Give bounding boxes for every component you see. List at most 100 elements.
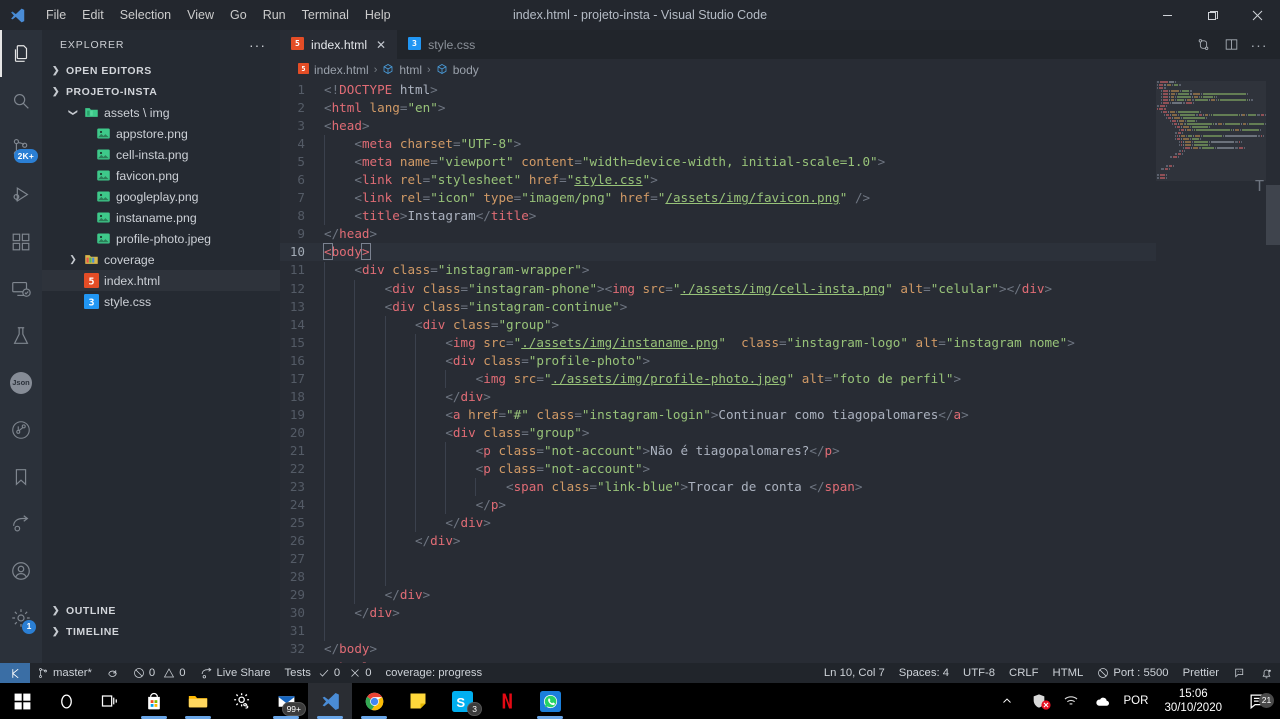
- breadcrumb-symbol-body[interactable]: body: [436, 63, 479, 78]
- cortana-search-button[interactable]: [44, 683, 88, 719]
- vscode-taskbar-button[interactable]: [308, 683, 352, 719]
- sticky-notes-button[interactable]: [396, 683, 440, 719]
- tree-item-appstore-png[interactable]: appstore.png: [42, 123, 280, 144]
- code-line[interactable]: 4 <meta charset="UTF-8">: [280, 135, 1280, 153]
- tree-item-assets-img[interactable]: ❯ assets \ img: [42, 102, 280, 123]
- status-tests[interactable]: Tests 0 0: [278, 663, 379, 683]
- task-view-button[interactable]: [88, 683, 132, 719]
- status-branch[interactable]: master*: [30, 663, 99, 683]
- tab-close-icon[interactable]: ✕: [376, 38, 386, 52]
- wifi-icon[interactable]: [1060, 693, 1082, 709]
- clock[interactable]: 15:06 30/10/2020: [1158, 687, 1228, 716]
- microsoft-store-button[interactable]: [132, 683, 176, 719]
- status-live-server-port[interactable]: Port : 5500: [1090, 663, 1175, 683]
- code-line[interactable]: 27: [280, 550, 1280, 568]
- status-coverage[interactable]: coverage: progress: [379, 663, 490, 683]
- menu-terminal[interactable]: Terminal: [294, 4, 357, 26]
- split-editor-vertical-icon[interactable]: [1218, 30, 1244, 59]
- code-line[interactable]: 21 <p class="not-account">Não é tiagopal…: [280, 442, 1280, 460]
- code-line[interactable]: 13 <div class="instagram-continue">: [280, 298, 1280, 316]
- activity-remote-explorer[interactable]: [0, 265, 42, 312]
- breadcrumb-symbol-html[interactable]: html: [382, 63, 422, 78]
- security-alert-icon[interactable]: [1028, 693, 1051, 710]
- code-line[interactable]: 7 <link rel="icon" type="imagem/png" hre…: [280, 189, 1280, 207]
- code-line[interactable]: 31: [280, 622, 1280, 640]
- status-indentation[interactable]: Spaces: 4: [892, 663, 956, 683]
- activity-bookmarks[interactable]: [0, 453, 42, 500]
- tree-item-index-html[interactable]: 5 index.html: [42, 270, 280, 291]
- code-line[interactable]: 29 </div>: [280, 586, 1280, 604]
- editor-scrollbar[interactable]: [1266, 81, 1280, 663]
- action-center-button[interactable]: 21: [1238, 692, 1276, 711]
- remote-window-icon[interactable]: [0, 663, 30, 683]
- menu-help[interactable]: Help: [357, 4, 399, 26]
- code-line[interactable]: 5 <meta name="viewport" content="width=d…: [280, 153, 1280, 171]
- section-outline[interactable]: ❯ OUTLINE: [42, 600, 280, 621]
- tree-item-cell-insta-png[interactable]: cell-insta.png: [42, 144, 280, 165]
- status-sync[interactable]: [99, 663, 126, 683]
- status-formatter[interactable]: Prettier: [1176, 663, 1226, 683]
- code-line[interactable]: 9 </head>: [280, 225, 1280, 243]
- maximize-button[interactable]: [1190, 0, 1235, 30]
- code-line[interactable]: 1 <!DOCTYPE html>: [280, 81, 1280, 99]
- more-actions-icon[interactable]: ···: [1246, 30, 1272, 59]
- code-line[interactable]: 26 </div>: [280, 532, 1280, 550]
- tree-item-instaname-png[interactable]: instaname.png: [42, 207, 280, 228]
- code-line[interactable]: 2 <html lang="en">: [280, 99, 1280, 117]
- status-eol[interactable]: CRLF: [1002, 663, 1046, 683]
- tree-item-profile-photo-jpeg[interactable]: profile-photo.jpeg: [42, 228, 280, 249]
- activity-search[interactable]: [0, 77, 42, 124]
- code-line[interactable]: 23 <span class="link-blue">Trocar de con…: [280, 478, 1280, 496]
- menu-view[interactable]: View: [179, 4, 222, 26]
- language-indicator[interactable]: POR: [1124, 695, 1149, 707]
- minimap[interactable]: T: [1156, 81, 1266, 663]
- menu-selection[interactable]: Selection: [112, 4, 179, 26]
- start-button[interactable]: [0, 683, 44, 719]
- activity-settings[interactable]: 1: [0, 594, 42, 641]
- activity-accounts[interactable]: [0, 547, 42, 594]
- menu-edit[interactable]: Edit: [74, 4, 112, 26]
- code-line[interactable]: 18 </div>: [280, 388, 1280, 406]
- code-line[interactable]: 14 <div class="group">: [280, 316, 1280, 334]
- section-project[interactable]: ❯ PROJETO-INSTA: [42, 81, 280, 102]
- tab-style-css[interactable]: 3 style.css: [397, 30, 487, 59]
- bell-dot-icon[interactable]: [1253, 663, 1280, 683]
- tree-item-style-css[interactable]: 3 style.css: [42, 291, 280, 312]
- code-line[interactable]: 16 <div class="profile-photo">: [280, 352, 1280, 370]
- activity-testing[interactable]: [0, 312, 42, 359]
- activity-explorer[interactable]: [0, 30, 42, 77]
- status-problems[interactable]: 0 0: [126, 663, 193, 683]
- mail-app-button[interactable]: 99+: [264, 683, 308, 719]
- code-line[interactable]: 3 <head>: [280, 117, 1280, 135]
- minimap-slider[interactable]: [1156, 81, 1266, 181]
- smiley-icon[interactable]: [1226, 663, 1253, 683]
- settings-app-button[interactable]: [220, 683, 264, 719]
- code-line[interactable]: 25 </div>: [280, 514, 1280, 532]
- activity-source-control[interactable]: 2K+: [0, 124, 42, 171]
- file-explorer-button[interactable]: [176, 683, 220, 719]
- status-cursor-position[interactable]: Ln 10, Col 7: [817, 663, 892, 683]
- tree-item-favicon-png[interactable]: favicon.png: [42, 165, 280, 186]
- section-open-editors[interactable]: ❯ OPEN EDITORS: [42, 60, 280, 81]
- menu-bar[interactable]: File Edit Selection View Go Run Terminal…: [38, 4, 399, 26]
- minimize-button[interactable]: [1145, 0, 1190, 30]
- scrollbar-thumb[interactable]: [1266, 185, 1280, 245]
- close-button[interactable]: [1235, 0, 1280, 30]
- menu-go[interactable]: Go: [222, 4, 255, 26]
- section-timeline[interactable]: ❯ TIMELINE: [42, 621, 280, 642]
- tree-item-googleplay-png[interactable]: googleplay.png: [42, 186, 280, 207]
- code-line[interactable]: 32 </body>: [280, 640, 1280, 658]
- whatsapp-button[interactable]: [528, 683, 572, 719]
- breadcrumb-file[interactable]: 5 index.html: [298, 63, 369, 77]
- code-line[interactable]: 22 <p class="not-account">: [280, 460, 1280, 478]
- activity-share[interactable]: [0, 500, 42, 547]
- code-line[interactable]: 8 <title>Instagram</title>: [280, 207, 1280, 225]
- status-language-mode[interactable]: HTML: [1046, 663, 1091, 683]
- tree-item-coverage[interactable]: ❯ coverage: [42, 249, 280, 270]
- open-changes-icon[interactable]: [1190, 30, 1216, 59]
- skype-button[interactable]: S 3: [440, 683, 484, 719]
- activity-extensions[interactable]: [0, 218, 42, 265]
- code-line[interactable]: 24 </p>: [280, 496, 1280, 514]
- menu-run[interactable]: Run: [255, 4, 294, 26]
- activity-json-tools[interactable]: Json: [0, 359, 42, 406]
